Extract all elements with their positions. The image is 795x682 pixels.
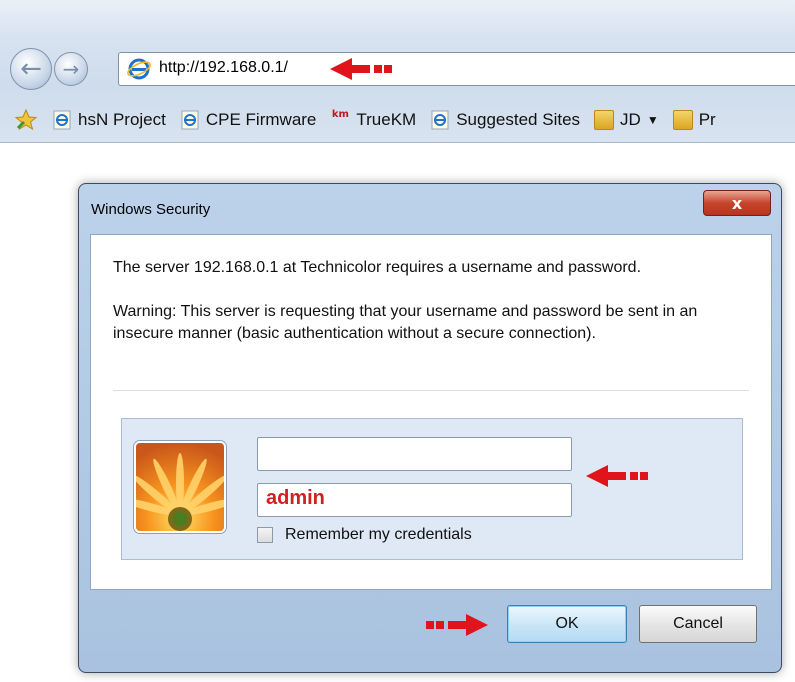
dropdown-caret-icon: ▼ <box>646 113 659 127</box>
password-input[interactable]: admin <box>257 483 572 517</box>
favorite-label: Pr <box>698 110 716 129</box>
ie-icon <box>127 58 151 80</box>
remember-label: Remember my credentials <box>285 526 472 543</box>
ie-page-icon <box>181 110 199 130</box>
favorite-label: JD <box>620 110 641 129</box>
km-icon: km <box>331 109 349 120</box>
favorite-label: Suggested Sites <box>456 110 581 129</box>
favorites-star-icon[interactable] <box>14 108 38 132</box>
annotation-arrow-right-icon <box>426 614 488 636</box>
favorite-label: hsN Project <box>78 110 166 129</box>
dialog-title: Windows Security <box>91 201 211 218</box>
annotation-arrow-left-icon <box>330 58 392 80</box>
favorite-hsn-project[interactable]: hsN Project <box>52 110 166 130</box>
remember-checkbox[interactable] <box>257 527 273 543</box>
annotation-arrow-left-icon <box>586 465 648 487</box>
forward-button[interactable]: → <box>54 52 88 86</box>
cancel-button[interactable]: Cancel <box>639 605 757 643</box>
ie-page-icon <box>431 110 449 130</box>
close-button[interactable]: x <box>703 190 771 216</box>
favorite-suggested-sites[interactable]: Suggested Sites <box>430 110 580 130</box>
ok-button[interactable]: OK <box>507 605 627 643</box>
browser-chrome: ← → http://192.168.0.1/ hsN Project CPE … <box>0 0 795 143</box>
username-input[interactable] <box>257 437 572 471</box>
server-message: The server 192.168.0.1 at Technicolor re… <box>113 259 642 276</box>
cancel-label: Cancel <box>673 615 723 632</box>
favorite-jd-folder[interactable]: JD ▼ <box>594 110 659 130</box>
favorite-truekm[interactable]: km TrueKM <box>330 110 416 130</box>
warning-message: Warning: This server is requesting that … <box>113 303 698 342</box>
separator <box>113 390 749 391</box>
credentials-panel: admin Remember my credentials <box>121 418 743 560</box>
favorite-cpe-firmware[interactable]: CPE Firmware <box>180 110 317 130</box>
folder-icon <box>594 110 615 130</box>
forward-arrow-icon: → <box>62 57 80 81</box>
favorite-pr-folder[interactable]: Pr <box>672 110 716 130</box>
favorite-label: CPE Firmware <box>205 110 317 129</box>
address-bar[interactable]: http://192.168.0.1/ <box>118 52 795 86</box>
user-tile-flower-icon <box>134 441 226 533</box>
favorites-bar: hsN Project CPE Firmware km TrueKM Sugge… <box>0 100 795 140</box>
ie-page-icon <box>53 110 71 130</box>
password-value: admin <box>266 487 325 509</box>
ok-label: OK <box>555 615 579 632</box>
remember-credentials[interactable]: Remember my credentials <box>257 526 472 544</box>
windows-security-dialog: Windows Security x The server 192.168.0.… <box>78 183 782 673</box>
back-arrow-icon: ← <box>20 54 42 84</box>
folder-icon <box>672 110 693 130</box>
dialog-body: The server 192.168.0.1 at Technicolor re… <box>90 234 772 590</box>
back-button[interactable]: ← <box>10 48 52 90</box>
favorite-label: TrueKM <box>356 110 417 129</box>
close-icon: x <box>731 193 743 213</box>
url-text: http://192.168.0.1/ <box>159 59 288 76</box>
browser-titlebar <box>0 0 795 40</box>
